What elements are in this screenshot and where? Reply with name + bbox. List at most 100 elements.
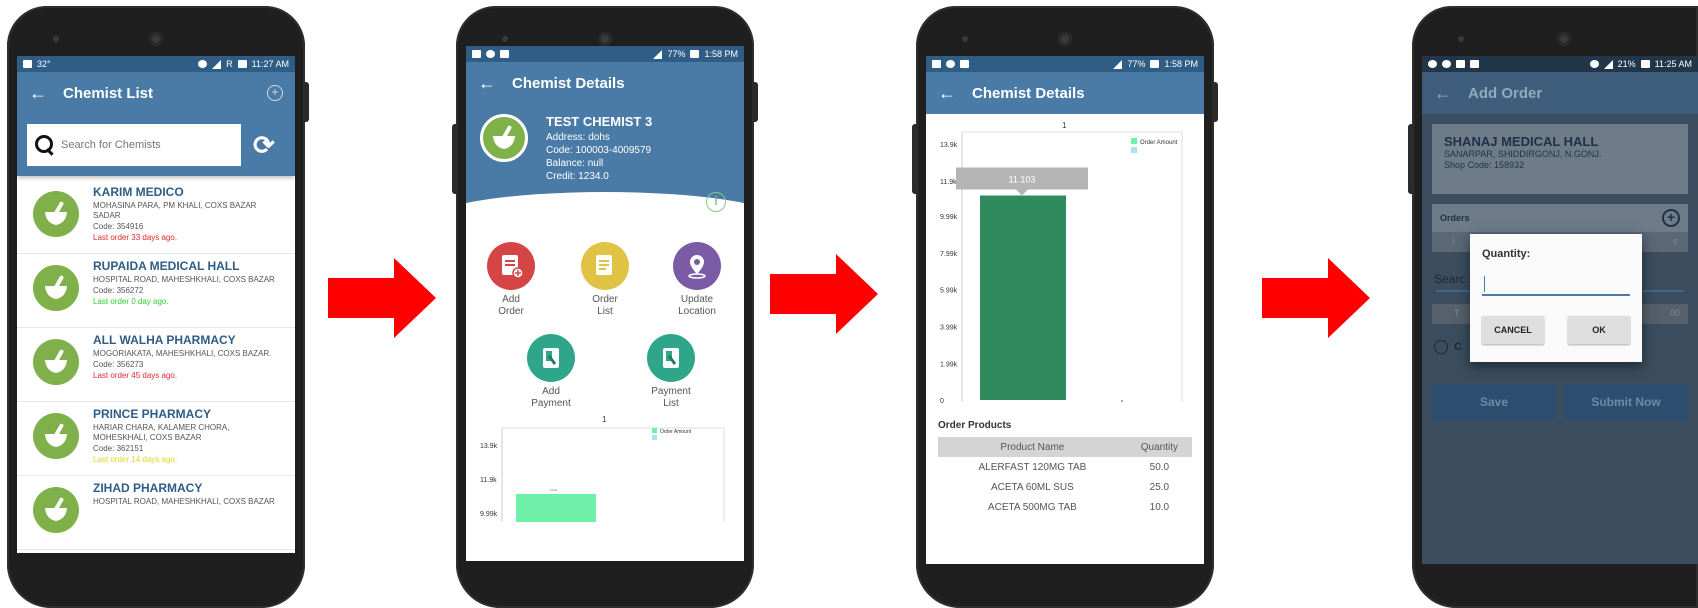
refresh-icon[interactable]: ⟳ (253, 130, 275, 161)
list-item[interactable]: KARIM MEDICO MOHASINA PARA, PM KHALI, CO… (17, 180, 295, 254)
orders-label: Orders (1440, 213, 1470, 223)
chemist-name: RUPAIDA MEDICAL HALL (93, 259, 240, 273)
list-item[interactable]: RUPAIDA MEDICAL HALL HOSPITAL ROAD, MAHE… (17, 254, 295, 328)
totals-fragment: T (1454, 308, 1460, 318)
y-tick-label: 0 (940, 398, 944, 405)
back-arrow-icon[interactable]: ← (938, 83, 972, 104)
front-camera (598, 32, 612, 46)
mortar-pestle-icon (480, 114, 528, 162)
chemist-code: Code: 362151 (93, 444, 144, 453)
y-tick-label: 7.99k (940, 251, 958, 258)
chemist-code: Code: 354916 (93, 222, 144, 231)
chemist-address: HARIAR CHARA, KALAMER CHORA, MOHESKHALI,… (93, 423, 230, 442)
power-button (304, 82, 309, 122)
mini-tick-label: 13.9k (480, 443, 498, 450)
sensor-dot (1458, 36, 1464, 42)
quantity-input[interactable] (1482, 274, 1630, 296)
quantity-dialog: Quantity: CANCEL OK (1470, 234, 1642, 362)
chemist-name: ZIHAD PHARMACY (93, 481, 203, 495)
table-row[interactable]: ACETA 60ML SUS 25.0 (938, 477, 1192, 497)
mini-chart-title: 1 (602, 415, 607, 424)
arrow-right-icon (1262, 258, 1370, 338)
phone-order-chart: 77% 1:58 PM ← Chemist Details 1 Order Amo… (912, 6, 1218, 608)
add-payment-button[interactable]: Add Payment (516, 334, 586, 410)
action-label-line: Payment (651, 386, 691, 397)
location-icon (198, 60, 208, 68)
arrow-right-icon (328, 258, 436, 338)
search-input[interactable] (61, 139, 211, 151)
shop-address: SANARPAR, SHIDDIRGONJ, N.GONJ. (1444, 149, 1602, 159)
payment-list-button[interactable]: Payment List (636, 334, 706, 410)
bar-tooltip: 11.103 (956, 167, 1088, 196)
payment-card-icon (647, 334, 695, 382)
y-tick-group: 0 1.99k 3.99k 5.99k 7.99k 9.99k 11.9k 13.9k (940, 142, 958, 405)
mortar-pestle-icon (33, 487, 79, 533)
order-products-table: Product Name Quantity ALERFAST 120MG TAB… (938, 437, 1192, 517)
table-row[interactable]: ALERFAST 120MG TAB 50.0 (938, 457, 1192, 477)
status-bar: 77% 1:58 PM (926, 56, 1204, 72)
action-label-line: List (597, 306, 613, 317)
update-location-button[interactable]: Update Location (662, 242, 732, 318)
product-quantity: 25.0 (1149, 481, 1170, 493)
app-bar: ← Chemist Details (466, 62, 744, 104)
mini-order-chart: 1 Order Amount 13.9k 11.9k 9.99k 11.1k (466, 412, 744, 522)
screen-chemist-list: 32° R11:27 AM ← Chemist List + ⟳ KA (17, 56, 295, 553)
legend-swatch (1131, 138, 1137, 144)
signal-icon (653, 49, 663, 59)
option-label-partial: C (1454, 341, 1462, 353)
order-list-button[interactable]: Order List (570, 242, 640, 318)
list-item[interactable]: PRINCE PHARMACY HARIAR CHARA, KALAMER CH… (17, 402, 295, 476)
volume-button (912, 124, 917, 194)
list-item[interactable]: ALL WALHA PHARMACY MOGORIAKATA, MAHESHKH… (17, 328, 295, 402)
add-order-button[interactable]: Add Order (476, 242, 546, 318)
back-arrow-icon[interactable]: ← (29, 83, 63, 104)
chemist-name: PRINCE PHARMACY (93, 407, 212, 421)
search-text-partial: Searc (1434, 272, 1466, 286)
page-title: Chemist Details (972, 84, 1085, 102)
chart-bar[interactable] (980, 195, 1066, 400)
chemist-balance: Balance: null (546, 158, 604, 169)
mini-chart-svg: 1 Order Amount 13.9k 11.9k 9.99k 11.1k (480, 415, 725, 522)
status-bar: 21% 11:25 AM (1422, 56, 1698, 72)
last-order-text: Last order 33 days ago. (93, 233, 178, 242)
action-label: Payment List (636, 386, 706, 410)
info-icon[interactable]: i (706, 192, 726, 212)
add-chemist-icon[interactable]: + (267, 85, 283, 101)
chart-title: 1 (1062, 121, 1067, 130)
screen-order-chart: 77% 1:58 PM ← Chemist Details 1 Order Amo… (926, 56, 1204, 564)
product-name: ALERFAST 120MG TAB (978, 461, 1087, 473)
action-label-line: Payment (531, 398, 571, 409)
save-button[interactable]: Save (1432, 384, 1556, 420)
dialog-title: Quantity: (1482, 248, 1531, 260)
battery-icon (690, 50, 700, 58)
add-order-item-icon[interactable]: + (1662, 209, 1680, 227)
cancel-button[interactable]: CANCEL (1482, 316, 1544, 344)
back-arrow-icon[interactable]: ← (478, 73, 512, 94)
y-tick-label: 5.99k (940, 288, 958, 295)
shop-card: SHANAJ MEDICAL HALL SANARPAR, SHIDDIRGON… (1432, 124, 1688, 194)
action-label-line: Add (542, 386, 560, 397)
linkedin-icon (960, 60, 969, 68)
phone-add-order: 21% 11:25 AM ← Add Order SHANAJ MEDICAL H… (1408, 6, 1698, 608)
search-icon (35, 135, 55, 155)
payment-card-icon (527, 334, 575, 382)
back-arrow-icon[interactable]: ← (1434, 83, 1468, 104)
list-item[interactable]: ZIHAD PHARMACY HOSPITAL ROAD, MAHESHKHAL… (17, 476, 295, 550)
totals-fragment: 00 (1669, 308, 1680, 318)
dialog-buttons: CANCEL OK (1482, 316, 1630, 344)
network-indicator: R (226, 59, 233, 69)
sensor-dot (502, 36, 508, 42)
chemist-header: TEST CHEMIST 3 Address: dohs Code: 10000… (466, 104, 744, 252)
ok-button[interactable]: OK (1568, 316, 1630, 344)
table-row[interactable]: ACETA 500MG TAB 10.0 (938, 497, 1192, 517)
mini-bar[interactable] (516, 494, 596, 522)
location-pin-icon (673, 242, 721, 290)
sensor-dot (53, 36, 59, 42)
submit-now-button[interactable]: Submit Now (1564, 384, 1688, 420)
empty-bar-marker (1121, 400, 1123, 402)
signal-icon (212, 59, 222, 69)
radio-button[interactable] (1434, 340, 1448, 354)
power-button (753, 82, 758, 122)
column-header: Quantity (1126, 437, 1192, 457)
search-box[interactable] (27, 124, 241, 166)
